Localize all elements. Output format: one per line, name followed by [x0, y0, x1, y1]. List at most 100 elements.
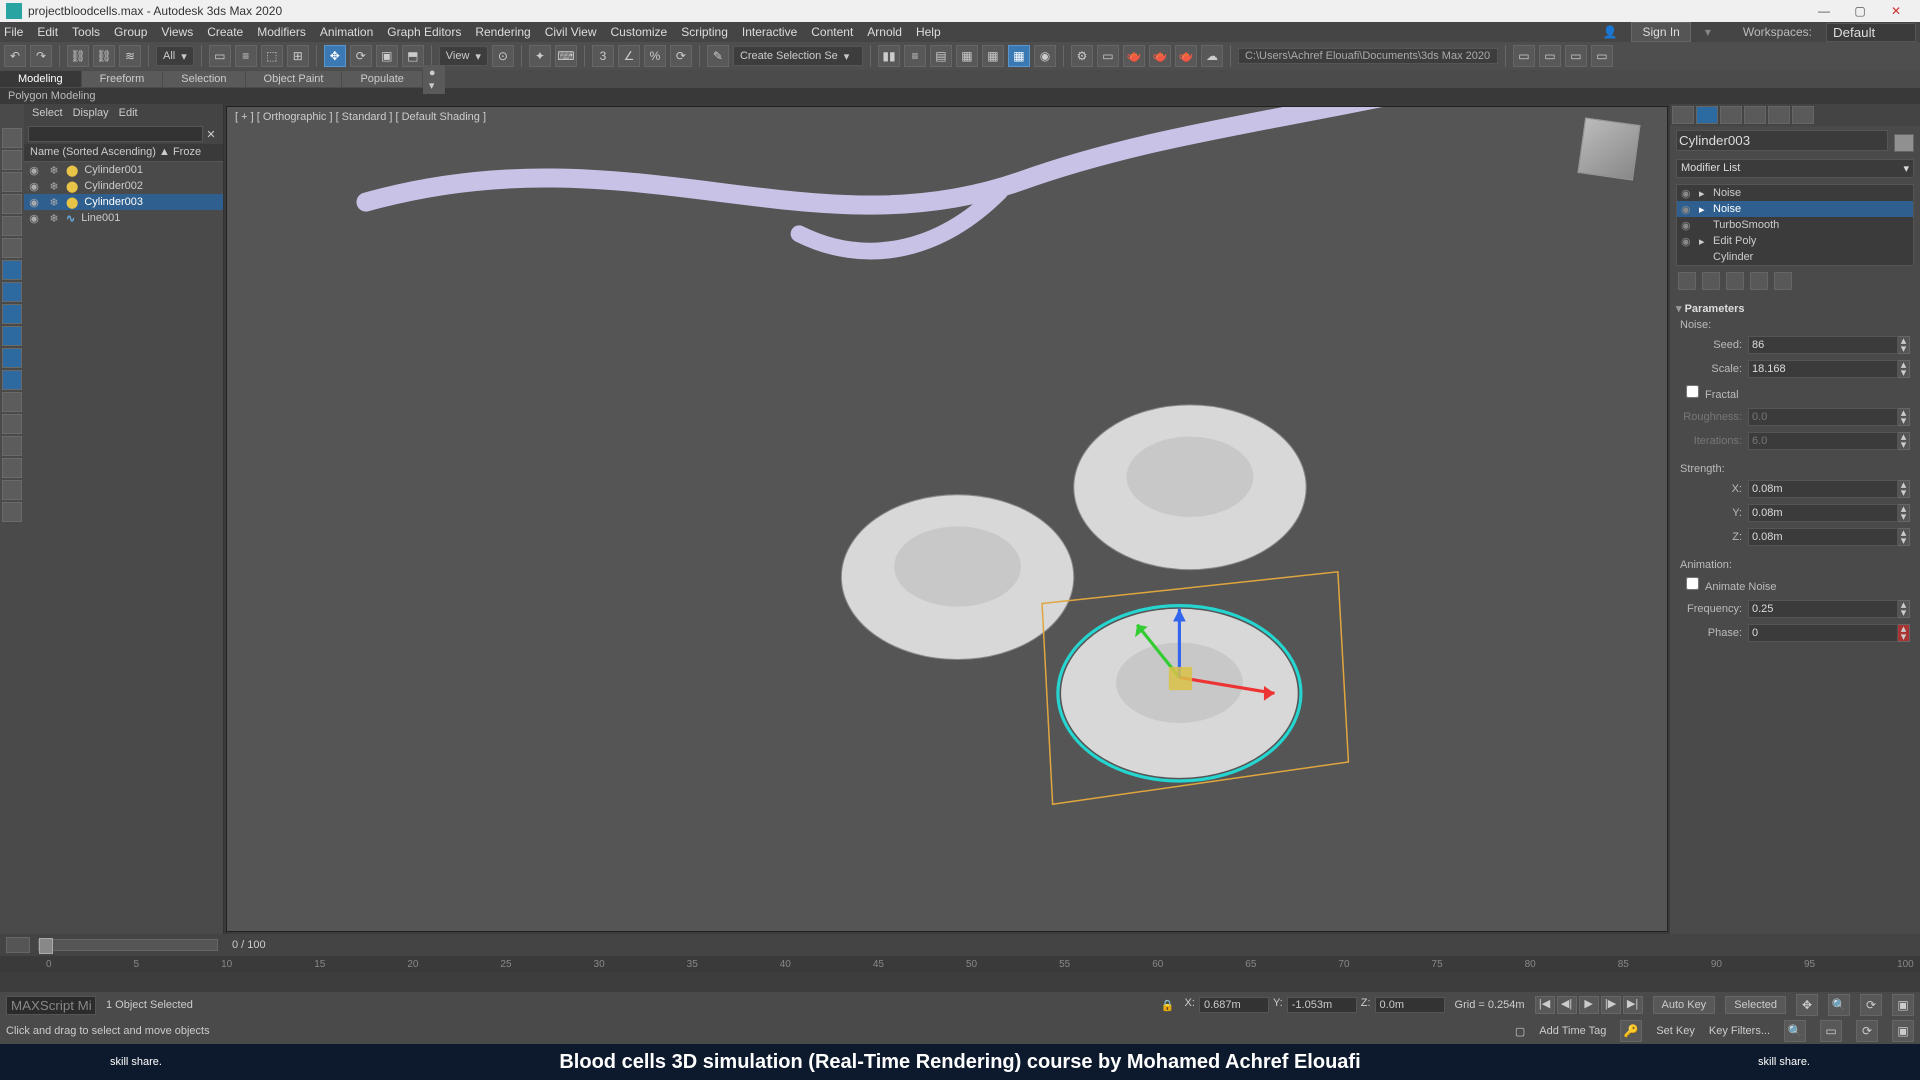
select-object-button[interactable]: ▭ — [209, 45, 231, 67]
tab-hierarchy[interactable] — [1720, 106, 1742, 124]
horizontal-scrollbar[interactable] — [38, 939, 218, 951]
explorer-ic-1[interactable] — [2, 128, 22, 148]
ribbon-tab-modeling[interactable]: Modeling — [0, 71, 81, 87]
auto-key-button[interactable]: Auto Key — [1653, 996, 1716, 1014]
phase-spinner[interactable]: ▴▾ — [1898, 624, 1910, 642]
freeze-icon[interactable]: ❄ — [46, 196, 62, 209]
explorer-ic-5[interactable] — [2, 216, 22, 236]
named-sel-dropdown[interactable]: Create Selection Se ▾ — [733, 46, 863, 66]
menu-rendering[interactable]: Rendering — [475, 25, 530, 39]
frequency-spinner[interactable]: ▴▾ — [1898, 600, 1910, 618]
timeline-collapse-button[interactable] — [6, 937, 30, 953]
eye-icon[interactable]: ◉ — [26, 212, 42, 225]
menu-tools[interactable]: Tools — [72, 25, 100, 39]
snap-toggle-button[interactable]: 3 — [592, 45, 614, 67]
link-button[interactable]: ⛓ — [67, 45, 89, 67]
strength-z-input[interactable] — [1748, 528, 1898, 546]
stack-row[interactable]: ◉▸Noise — [1677, 201, 1913, 217]
menu-civilview[interactable]: Civil View — [545, 25, 597, 39]
render-frame-button[interactable]: ▭ — [1097, 45, 1119, 67]
prev-frame-button[interactable]: ◀| — [1557, 996, 1577, 1014]
select-rect-button[interactable]: ⬚ — [261, 45, 283, 67]
stack-row[interactable]: ◉▸Edit Poly — [1677, 233, 1913, 249]
render-cloud-button[interactable]: ☁ — [1201, 45, 1223, 67]
freeze-icon[interactable]: ❄ — [46, 212, 62, 225]
eye-icon[interactable]: ◉ — [1681, 235, 1693, 248]
stack-row[interactable]: ◉ TurboSmooth — [1677, 217, 1913, 233]
menu-group[interactable]: Group — [114, 25, 147, 39]
toggle-ribbon-button[interactable]: ▦ — [956, 45, 978, 67]
seed-spinner[interactable]: ▴▾ — [1898, 336, 1910, 354]
strength-x-input[interactable] — [1748, 480, 1898, 498]
explorer-ic-18[interactable] — [2, 502, 22, 522]
explorer-ic-13[interactable] — [2, 392, 22, 412]
explorer-ic-3[interactable] — [2, 172, 22, 192]
menu-content[interactable]: Content — [811, 25, 853, 39]
list-item[interactable]: ◉ ❄ ⬤ Cylinder001 — [24, 162, 223, 178]
maximize-button[interactable]: ▢ — [1842, 4, 1878, 18]
explorer-ic-8[interactable] — [2, 282, 22, 302]
remove-mod-button[interactable] — [1750, 272, 1768, 290]
proj-btn-2[interactable]: ▭ — [1539, 45, 1561, 67]
percent-snap-button[interactable]: % — [644, 45, 666, 67]
list-item[interactable]: ◉ ❄ ∿ Line001 — [24, 210, 223, 226]
eye-icon[interactable]: ◉ — [1681, 187, 1693, 200]
align-button[interactable]: ≡ — [904, 45, 926, 67]
freeze-icon[interactable]: ❄ — [46, 164, 62, 177]
menu-animation[interactable]: Animation — [320, 25, 373, 39]
animate-noise-checkbox[interactable] — [1686, 577, 1699, 590]
phase-input[interactable] — [1748, 624, 1898, 642]
eye-icon[interactable]: ◉ — [26, 180, 42, 193]
select-move-button[interactable]: ✥ — [324, 45, 346, 67]
workspace-dropdown[interactable] — [1826, 23, 1916, 42]
schematic-view-button[interactable]: ▦ — [1008, 45, 1030, 67]
track-bar[interactable] — [0, 972, 1920, 992]
ref-coord-dropdown[interactable]: View ▾ — [439, 46, 488, 66]
ribbon-tab-selection[interactable]: Selection — [163, 71, 244, 87]
tab-motion[interactable] — [1744, 106, 1766, 124]
lock-icon[interactable]: 🔒 — [1161, 999, 1175, 1012]
fractal-checkbox[interactable] — [1686, 385, 1699, 398]
modifier-list-dropdown[interactable]: Modifier List▾ — [1676, 159, 1914, 178]
set-key-large-button[interactable]: 🔑 — [1620, 1020, 1642, 1042]
use-pivot-button[interactable]: ⊙ — [492, 45, 514, 67]
menu-customize[interactable]: Customize — [611, 25, 668, 39]
eye-icon[interactable]: ◉ — [1681, 203, 1693, 216]
nav-zoom-button[interactable]: 🔍 — [1828, 994, 1850, 1016]
goto-end-button[interactable]: ▶| — [1623, 996, 1643, 1014]
ribbon-tab-freeform[interactable]: Freeform — [82, 71, 163, 87]
frequency-input[interactable] — [1748, 600, 1898, 618]
selected-button[interactable]: Selected — [1725, 996, 1786, 1014]
signin-button[interactable]: Sign In — [1631, 22, 1690, 42]
render-prod-button[interactable]: 🫖 — [1149, 45, 1171, 67]
selection-filter-dropdown[interactable]: All ▾ — [156, 46, 194, 66]
nav-pan-button[interactable]: ✥ — [1796, 994, 1818, 1016]
timeline[interactable]: 0 5 10 15 20 25 30 35 40 45 50 55 60 65 … — [0, 956, 1920, 972]
unlink-button[interactable]: ⛓ — [93, 45, 115, 67]
menu-edit[interactable]: Edit — [37, 25, 58, 39]
time-tag-button[interactable]: Add Time Tag — [1539, 1025, 1606, 1037]
nav-fov-button[interactable]: ▭ — [1820, 1020, 1842, 1042]
explorer-ic-16[interactable] — [2, 458, 22, 478]
edit-named-sel-button[interactable]: ✎ — [707, 45, 729, 67]
curve-editor-button[interactable]: ▦ — [982, 45, 1004, 67]
ribbon-overflow[interactable]: ● ▾ — [423, 65, 445, 94]
eye-icon[interactable]: ◉ — [26, 164, 42, 177]
spinner-snap-button[interactable]: ⟳ — [670, 45, 692, 67]
bind-button[interactable]: ≋ — [119, 45, 141, 67]
ribbon-panel-title[interactable]: Polygon Modeling — [0, 88, 1920, 104]
eye-icon[interactable]: ◉ — [26, 196, 42, 209]
nav-orbit-button[interactable]: ⟳ — [1860, 994, 1882, 1016]
strength-x-spinner[interactable]: ▴▾ — [1898, 480, 1910, 498]
next-frame-button[interactable]: |▶ — [1601, 996, 1621, 1014]
maxscript-listener[interactable] — [6, 996, 96, 1015]
set-key-button[interactable]: Set Key — [1656, 1025, 1695, 1037]
strength-z-spinner[interactable]: ▴▾ — [1898, 528, 1910, 546]
explorer-header[interactable]: Name (Sorted Ascending) ▲ Froze — [24, 144, 223, 162]
seed-input[interactable] — [1748, 336, 1898, 354]
show-end-button[interactable] — [1702, 272, 1720, 290]
explorer-search-input[interactable] — [28, 126, 203, 142]
scale-input[interactable] — [1748, 360, 1898, 378]
proj-btn-1[interactable]: ▭ — [1513, 45, 1535, 67]
strength-y-spinner[interactable]: ▴▾ — [1898, 504, 1910, 522]
